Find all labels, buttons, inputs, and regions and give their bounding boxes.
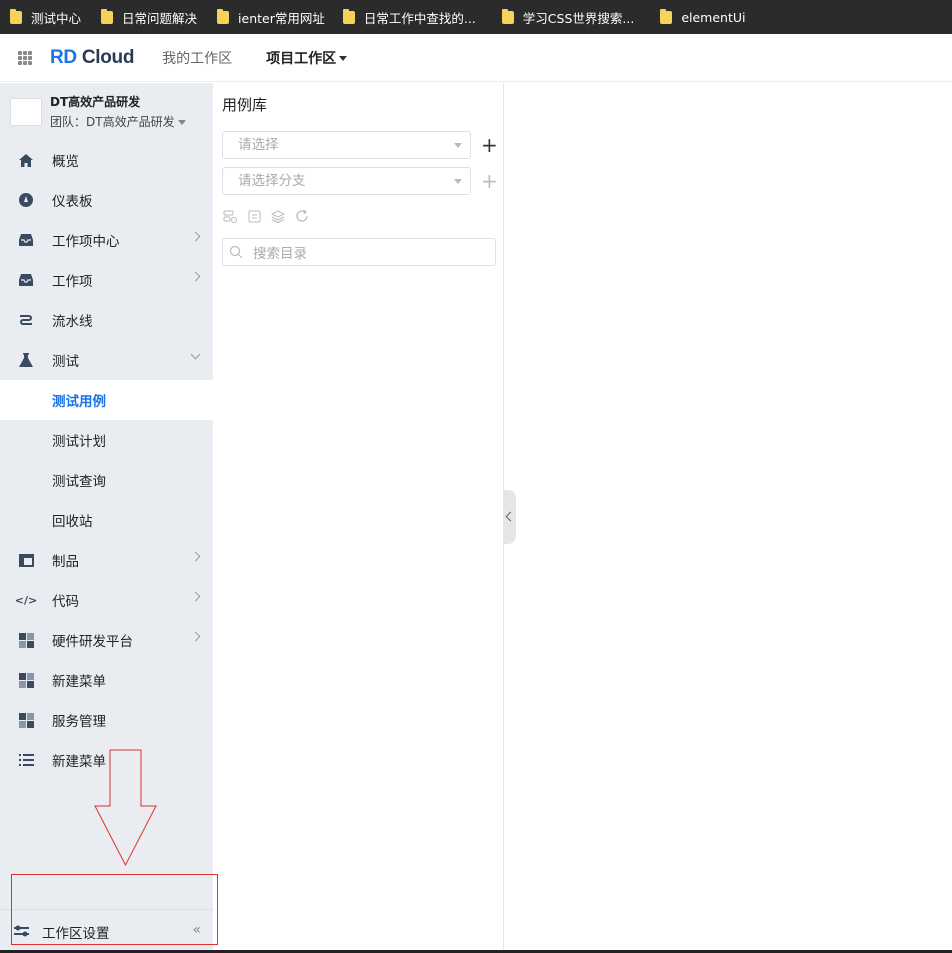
bookmarks-bar: 测试中心 日常问题解决 ienter常用网址 日常工作中查找的... 学习CSS…: [0, 0, 952, 34]
chevron-right-icon: [190, 631, 201, 642]
sidebar-item-test[interactable]: 测试: [0, 340, 213, 380]
add-branch-button[interactable]: +: [481, 171, 498, 191]
add-folder-icon[interactable]: [222, 208, 238, 224]
chevron-right-icon: [190, 551, 201, 562]
folder-icon: [501, 8, 514, 24]
sidebar-item-dashboard[interactable]: 仪表板: [0, 180, 213, 220]
inbox-icon: [18, 232, 34, 248]
folder-icon: [101, 8, 114, 24]
layers-icon[interactable]: [270, 208, 286, 224]
folder-icon: [10, 8, 22, 24]
home-icon: [18, 152, 34, 168]
collapse-panel-handle[interactable]: [504, 490, 516, 544]
chevron-down-icon: [190, 349, 201, 360]
sidebar-item-overview[interactable]: 概览: [0, 140, 213, 180]
sidebar-subitem-test-cases[interactable]: 测试用例: [0, 380, 213, 420]
artifact-icon: [18, 552, 34, 568]
bookmark-item[interactable]: 学习CSS世界搜索...: [501, 8, 634, 27]
folder-icon: [217, 8, 230, 24]
case-library-panel: 用例库 请选择 + 请选择分支 + 搜索目录: [213, 83, 504, 953]
tree-toolbar: [222, 208, 310, 224]
sidebar-item-artifact[interactable]: 制品: [0, 540, 213, 580]
sidebar-subitem-test-plan[interactable]: 测试计划: [0, 420, 213, 460]
grid-icon: [18, 672, 34, 688]
sidebar-item-service-management[interactable]: 服务管理: [0, 700, 213, 740]
logo[interactable]: RD Cloud: [50, 47, 134, 69]
sidebar-item-pipeline[interactable]: 流水线: [0, 300, 213, 340]
grid-icon: [18, 632, 34, 648]
team-logo: [10, 97, 42, 126]
branch-select[interactable]: 请选择分支: [222, 167, 471, 195]
add-library-button[interactable]: +: [481, 135, 498, 155]
team-switcher[interactable]: DT高效产品研发 团队：DT高效产品研发: [0, 83, 213, 140]
bookmark-item[interactable]: 日常问题解决: [101, 8, 197, 27]
sidebar-subitem-test-query[interactable]: 测试查询: [0, 460, 213, 500]
search-icon: [229, 245, 243, 259]
sidebar-item-code[interactable]: </> 代码: [0, 580, 213, 620]
library-select[interactable]: 请选择: [222, 131, 471, 159]
team-name: DT高效产品研发: [50, 95, 141, 109]
sidebar-item-workitem-center[interactable]: 工作项中心: [0, 220, 213, 260]
bookmark-item[interactable]: 测试中心: [10, 8, 81, 27]
flask-icon: [18, 352, 34, 368]
folder-icon: [660, 8, 673, 24]
sidebar-item-new-menu[interactable]: 新建菜单: [0, 660, 213, 700]
team-sub: 团队：DT高效产品研发: [50, 113, 186, 130]
grid-icon: [18, 712, 34, 728]
sidebar-item-workitem[interactable]: 工作项: [0, 260, 213, 300]
pipeline-icon: [18, 312, 34, 328]
folder-icon: [342, 8, 355, 24]
caret-down-icon: [177, 120, 186, 125]
inbox-icon: [18, 272, 34, 288]
document-icon[interactable]: [246, 208, 262, 224]
nav-project-workspace[interactable]: 项目工作区: [266, 48, 348, 68]
bookmark-item[interactable]: ienter常用网址: [217, 8, 325, 27]
chevron-right-icon: [190, 271, 201, 282]
dropdown-arrow-icon: [454, 143, 462, 148]
dropdown-arrow-icon: [454, 179, 462, 184]
dashboard-icon: [18, 192, 34, 208]
sidebar-subitem-recycle-bin[interactable]: 回收站: [0, 500, 213, 540]
apps-grid-icon[interactable]: [18, 50, 32, 65]
annotation-box: [11, 874, 218, 945]
bookmark-item[interactable]: 日常工作中查找的...: [342, 8, 476, 27]
code-icon: </>: [14, 593, 38, 607]
chevron-right-icon: [190, 231, 201, 242]
annotation-arrow: [94, 749, 157, 867]
sidebar-item-hardware-platform[interactable]: 硬件研发平台: [0, 620, 213, 660]
top-header: RD Cloud 我的工作区 项目工作区: [0, 34, 952, 82]
chevron-right-icon: [190, 591, 201, 602]
search-directory-input[interactable]: 搜索目录: [222, 238, 496, 266]
refresh-icon[interactable]: [294, 208, 310, 224]
caret-down-icon: [339, 56, 348, 61]
bookmark-item[interactable]: elementUi: [660, 8, 745, 25]
list-icon: [18, 752, 34, 768]
nav-my-workspace[interactable]: 我的工作区: [162, 48, 232, 68]
panel-title: 用例库: [222, 96, 268, 114]
